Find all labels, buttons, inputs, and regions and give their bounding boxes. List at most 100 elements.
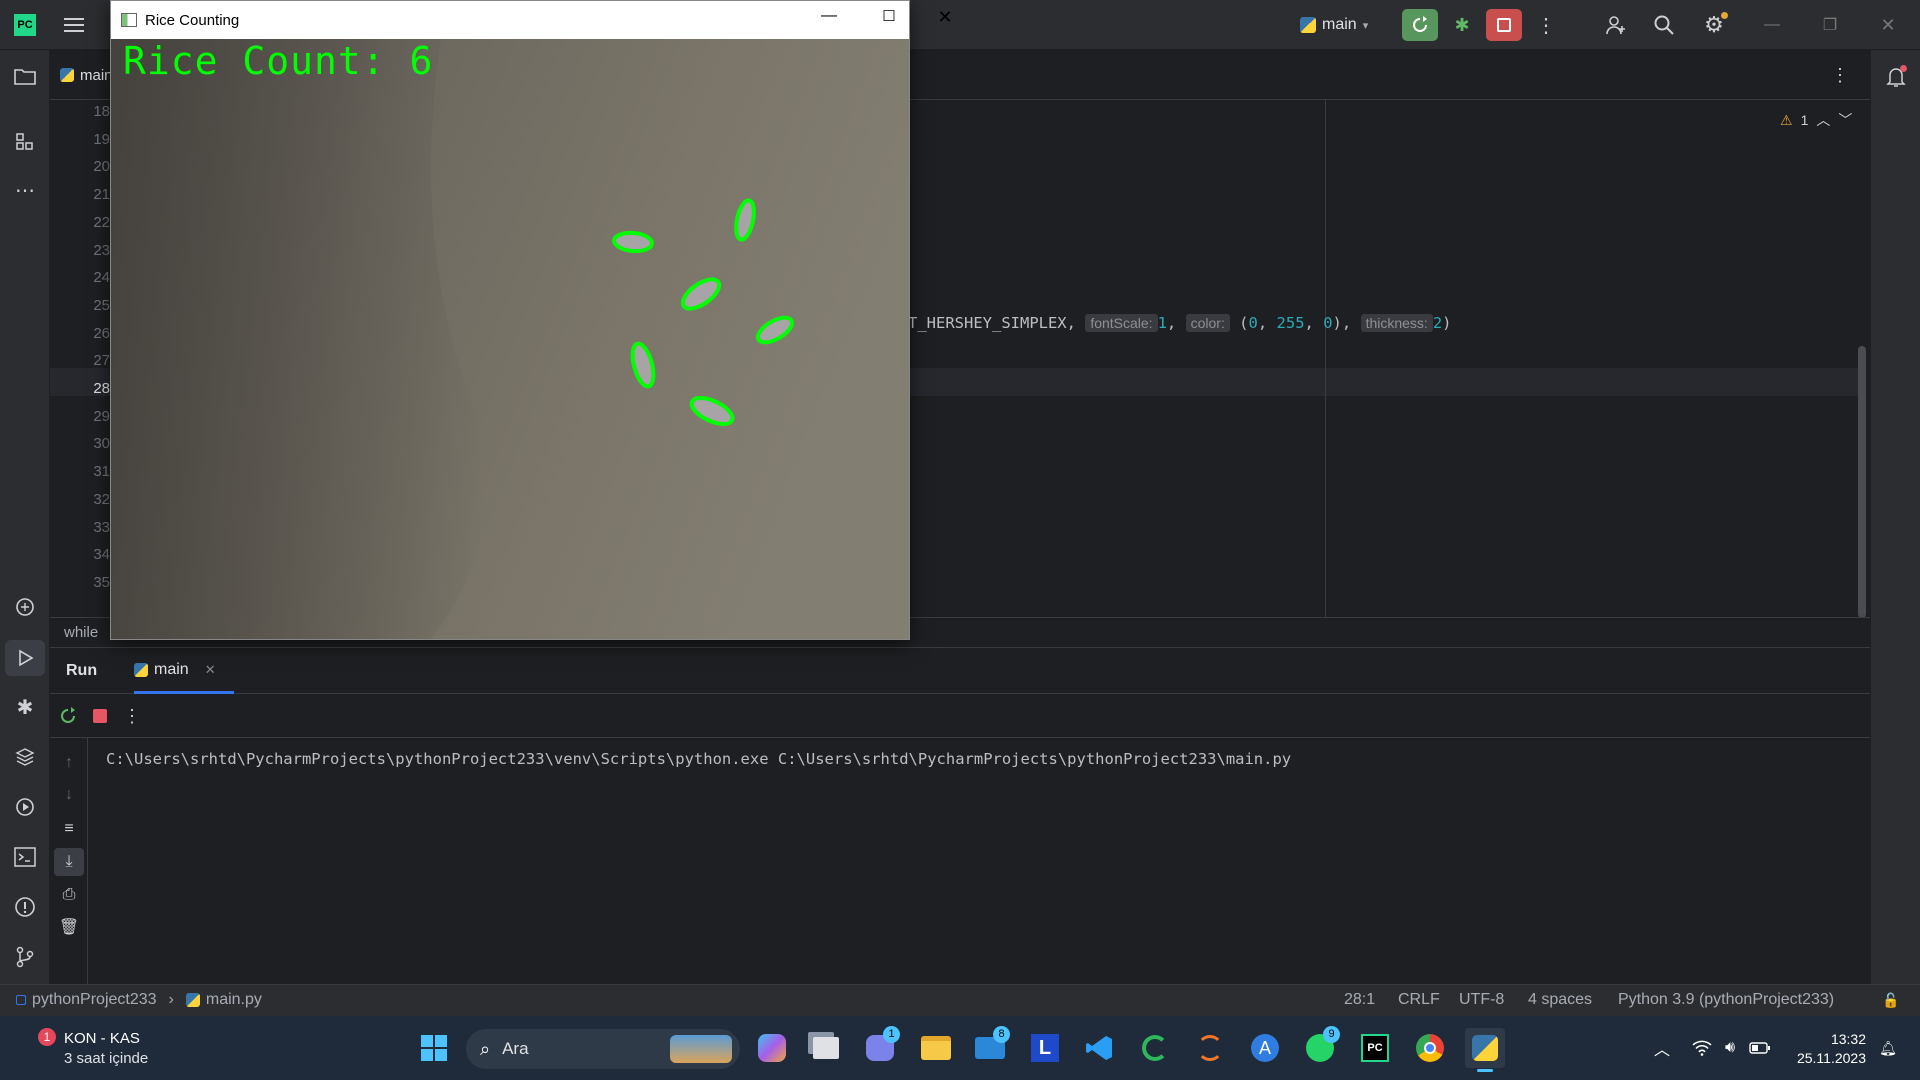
line-number[interactable]: 23 (93, 237, 110, 265)
tab-options-icon[interactable]: ⋮ (1830, 62, 1850, 88)
code-number: 0 (1248, 314, 1258, 332)
main-menu-icon[interactable] (60, 12, 88, 38)
python-interpreter[interactable]: Python 3.9 (pythonProject233) (1618, 991, 1834, 1009)
project-folder-icon[interactable] (10, 62, 40, 90)
task-view-icon[interactable] (806, 1028, 846, 1068)
line-number[interactable]: 27 (93, 347, 110, 375)
battery-icon[interactable] (1748, 1036, 1772, 1060)
code-number: 0 (1323, 314, 1333, 332)
run-tab-main[interactable]: main ✕ (134, 648, 234, 694)
file-explorer-icon[interactable] (916, 1028, 956, 1068)
run-tool-icon[interactable] (5, 640, 45, 676)
line-number[interactable]: 33 (93, 514, 110, 542)
volume-icon[interactable]: 🔊︎ (1718, 1036, 1742, 1060)
python-app-icon[interactable] (1465, 1028, 1505, 1072)
indent-setting[interactable]: 4 spaces (1528, 991, 1592, 1009)
line-number[interactable]: 24 (93, 264, 110, 292)
terminal-icon[interactable] (10, 842, 40, 872)
chevron-down-icon[interactable]: ﹀ (1838, 110, 1852, 130)
trash-icon[interactable]: 🗑 (58, 916, 80, 938)
console-output[interactable]: C:\Users\srhtd\PycharmProjects\pythonPro… (106, 750, 1291, 768)
more-tools-icon[interactable]: ⋯ (10, 176, 40, 204)
cv-window-title-bar[interactable]: Rice Counting — ☐ ✕ (111, 1, 953, 39)
services-icon[interactable] (10, 792, 40, 822)
line-number[interactable]: 34 (93, 541, 110, 569)
l-app-icon[interactable]: L (1025, 1028, 1065, 1068)
window-minimize-button[interactable]: — (1752, 9, 1792, 41)
add-user-icon[interactable] (1600, 9, 1632, 41)
chrome-icon[interactable] (1410, 1028, 1450, 1068)
rerun-icon[interactable] (56, 704, 80, 728)
debug-tool-icon[interactable]: ✱ (10, 692, 40, 722)
rerun-button[interactable] (1402, 9, 1438, 41)
line-number[interactable]: 35 (93, 569, 110, 597)
structure-icon[interactable] (10, 128, 40, 156)
python-console-icon[interactable] (10, 592, 40, 622)
stop-icon[interactable] (88, 704, 112, 728)
cv-minimize-button[interactable]: — (807, 7, 851, 33)
line-number[interactable]: 21 (93, 181, 110, 209)
sync-app-icon[interactable] (1135, 1028, 1175, 1068)
show-hidden-icons-button[interactable]: ︿ (1650, 1036, 1674, 1060)
line-number[interactable]: 20 (93, 153, 110, 181)
caret-position[interactable]: 28:1 (1344, 991, 1375, 1009)
close-tab-icon[interactable]: ✕ (205, 662, 216, 678)
line-number[interactable]: 19 (93, 126, 110, 154)
line-number[interactable]: 18 (93, 98, 110, 126)
line-number[interactable]: 29 (93, 403, 110, 431)
line-number[interactable]: 30 (93, 430, 110, 458)
rice-counting-window[interactable]: Rice Counting — ☐ ✕ Rice Count: 6 (110, 0, 953, 640)
debug-button[interactable]: ✱ (1446, 9, 1478, 41)
clock[interactable]: 13:32 25.11.2023 (1788, 1030, 1866, 1068)
vscode-icon[interactable] (1080, 1028, 1120, 1068)
run-config-selector[interactable]: main ▾ (1300, 12, 1368, 38)
git-icon[interactable] (10, 942, 40, 972)
chevron-up-icon[interactable]: ︿ (1816, 110, 1830, 130)
cv-maximize-button[interactable]: ☐ (867, 7, 911, 33)
scroll-up-icon[interactable]: ↑ (58, 752, 80, 774)
layers-icon[interactable] (10, 742, 40, 772)
jupyter-icon[interactable] (1190, 1028, 1230, 1068)
teams-chat-icon[interactable]: 1 (860, 1026, 900, 1068)
weather-widget[interactable]: 1 KON - KAS 3 saat içinde (34, 1028, 174, 1070)
windows-start-button[interactable] (414, 1028, 454, 1068)
status-breadcrumb[interactable]: pythonProject233 › main.py (16, 991, 262, 1009)
line-number[interactable]: 28 (93, 375, 110, 403)
breadcrumb-while[interactable]: while (64, 624, 98, 641)
scroll-to-end-icon[interactable]: ⤓ (54, 848, 84, 876)
wifi-icon[interactable] (1690, 1036, 1714, 1060)
inspection-widget[interactable]: ⚠ 1 ︿ ﹀ (1780, 110, 1852, 130)
run-tool-window: Run main ✕ ⋮ ↑ ↓ ≡ ⤓ ⎙ 🗑 C:\Users\srhtd\… (50, 647, 1870, 985)
more-options-icon[interactable]: ⋮ (120, 704, 144, 728)
cv-close-button[interactable]: ✕ (923, 7, 967, 33)
clock-time: 13:32 (1830, 1031, 1866, 1047)
line-number[interactable]: 26 (93, 320, 110, 348)
editor-scrollbar[interactable] (1858, 346, 1866, 618)
scroll-down-icon[interactable]: ↓ (58, 784, 80, 806)
line-separator[interactable]: CRLF (1398, 991, 1440, 1009)
taskbar-search-box[interactable]: ⌕ Ara (466, 1029, 740, 1069)
notification-center-icon[interactable]: 🔔︎ (1876, 1036, 1900, 1060)
lock-icon[interactable]: 🔓 (1880, 989, 1902, 1011)
stop-button[interactable] (1486, 9, 1522, 41)
print-icon[interactable]: ⎙ (58, 884, 80, 906)
settings-gear-icon[interactable]: ⚙ (1698, 9, 1730, 41)
app-store-icon[interactable]: A (1245, 1028, 1285, 1068)
window-close-button[interactable]: ✕ (1868, 9, 1908, 41)
file-encoding[interactable]: UTF-8 (1459, 991, 1504, 1009)
mail-icon[interactable]: 8 (970, 1026, 1010, 1068)
line-number[interactable]: 31 (93, 458, 110, 486)
soft-wrap-icon[interactable]: ≡ (58, 818, 80, 840)
copilot-icon[interactable] (752, 1028, 792, 1068)
line-number[interactable]: 32 (93, 486, 110, 514)
search-icon[interactable] (1648, 9, 1680, 41)
pycharm-taskbar-icon[interactable]: PC (1355, 1028, 1395, 1068)
status-project: pythonProject233 (32, 991, 157, 1008)
whatsapp-icon[interactable]: 9 (1300, 1026, 1340, 1068)
line-number[interactable]: 25 (93, 292, 110, 320)
notifications-bell-icon[interactable] (1881, 62, 1911, 92)
more-actions-icon[interactable]: ⋮ (1534, 9, 1558, 41)
problems-icon[interactable] (10, 892, 40, 922)
line-number[interactable]: 22 (93, 209, 110, 237)
window-restore-button[interactable]: ❐ (1810, 9, 1850, 41)
